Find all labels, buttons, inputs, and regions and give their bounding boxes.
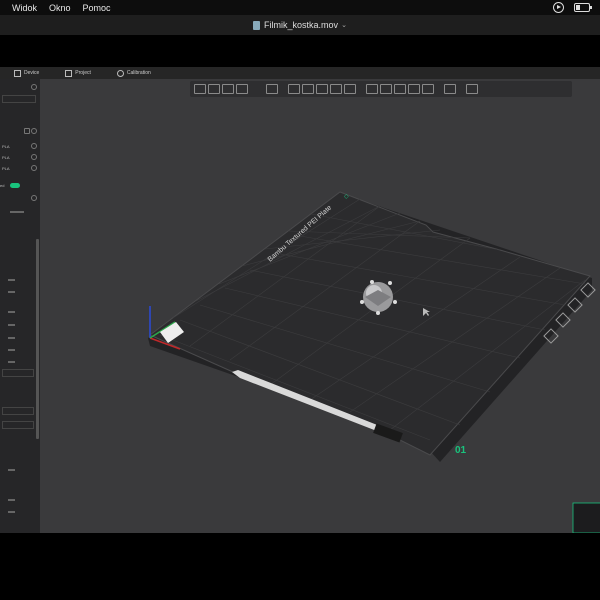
file-icon bbox=[253, 20, 261, 30]
plate-corner-marker: ◇ bbox=[344, 194, 349, 200]
play-icon[interactable] bbox=[553, 2, 564, 13]
menu-help[interactable]: Pomoc bbox=[83, 3, 111, 13]
object-info-box bbox=[572, 502, 600, 533]
slicer-app: Device Project Calibration PLA PLA PLA e… bbox=[0, 67, 600, 533]
bed-surface bbox=[149, 191, 591, 456]
battery-icon[interactable] bbox=[574, 3, 592, 12]
menu-bar: Widok Okno Pomoc bbox=[0, 0, 600, 15]
video-letterbox-top bbox=[0, 35, 600, 67]
window-titlebar: Filmik_kostka.mov ⌄ bbox=[0, 15, 600, 35]
build-plate-viewport[interactable]: Bambu Textured PEI Plate 01 ◇ bbox=[0, 67, 600, 533]
menu-window[interactable]: Okno bbox=[49, 3, 71, 13]
chevron-down-icon[interactable]: ⌄ bbox=[341, 21, 347, 29]
window-title[interactable]: Filmik_kostka.mov bbox=[264, 20, 338, 30]
plate-number-label: 01 bbox=[455, 445, 467, 456]
menu-view[interactable]: Widok bbox=[12, 3, 37, 13]
video-letterbox-bottom bbox=[0, 533, 600, 600]
